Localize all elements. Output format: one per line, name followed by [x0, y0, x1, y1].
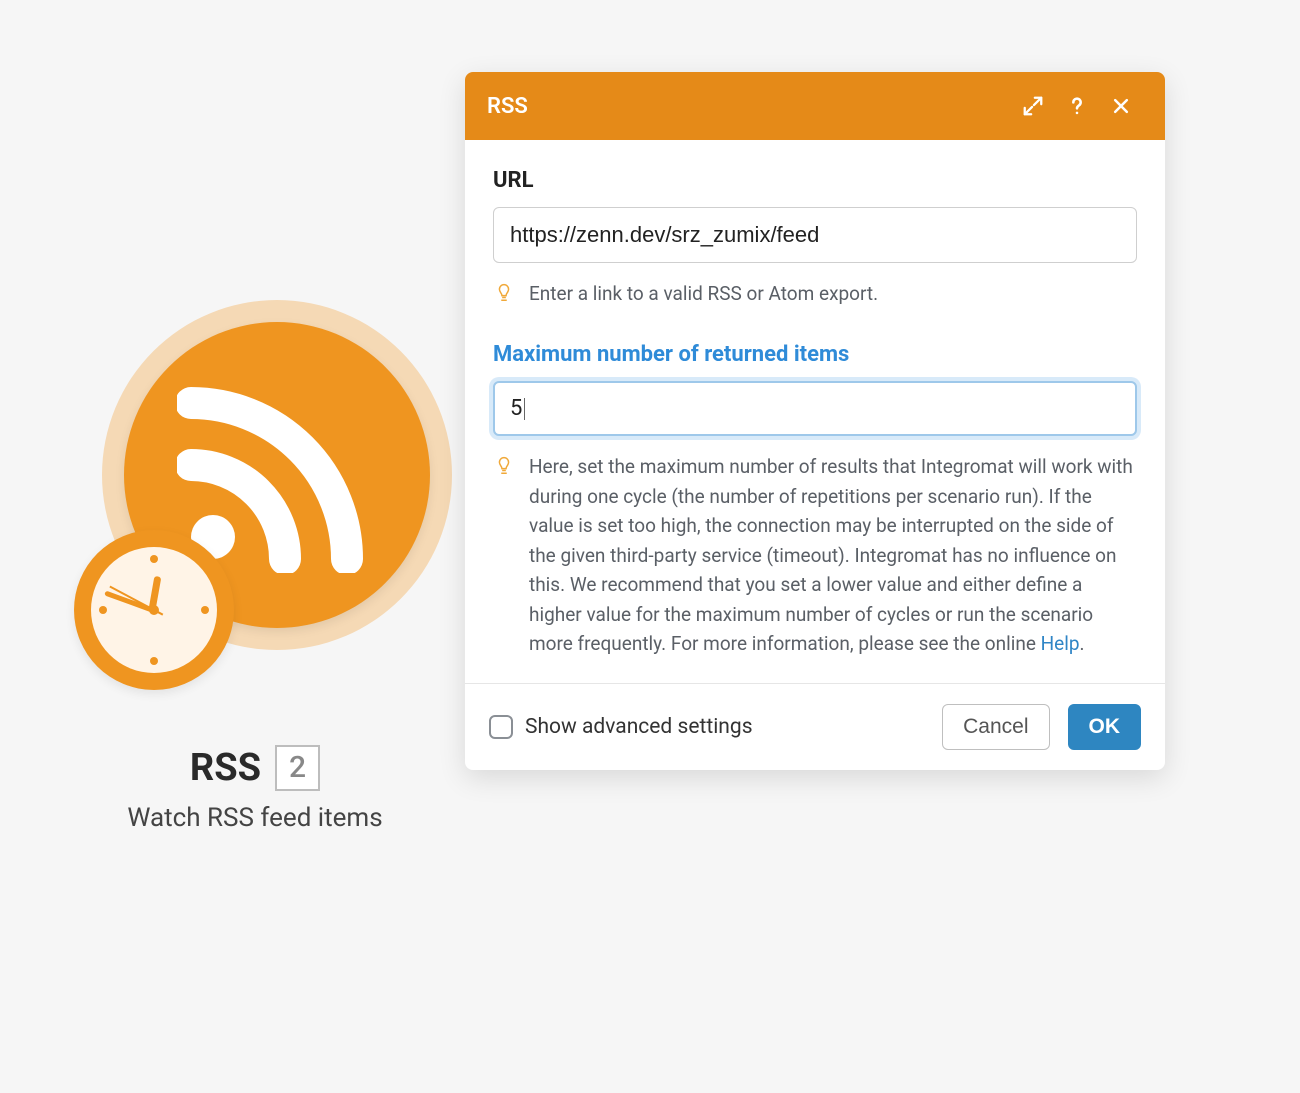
cancel-button[interactable]: Cancel — [942, 704, 1049, 750]
checkbox-icon — [489, 715, 513, 739]
max-items-value: 5 — [510, 398, 525, 420]
url-field-group: URL Enter a link to a valid RSS or Atom … — [493, 168, 1137, 308]
dialog-title: RSS — [487, 94, 528, 119]
node-subtitle: Watch RSS feed items — [50, 803, 460, 833]
node-instance-badge: 2 — [275, 745, 320, 791]
max-items-hint-prefix: Here, set the maximum number of results … — [529, 455, 1133, 655]
ok-button[interactable]: OK — [1068, 704, 1142, 750]
show-advanced-label: Show advanced settings — [525, 715, 753, 739]
help-link[interactable]: Help — [1041, 632, 1080, 655]
node-title: RSS — [190, 746, 261, 790]
dialog-header: RSS — [465, 72, 1165, 140]
rss-module-node[interactable]: RSS 2 Watch RSS feed items — [50, 280, 460, 833]
lightbulb-icon — [493, 281, 515, 303]
clock-icon — [74, 530, 234, 690]
url-input[interactable] — [493, 207, 1137, 263]
max-items-label: Maximum number of returned items — [493, 342, 1137, 367]
max-items-field-group: Maximum number of returned items 5 Here,… — [493, 342, 1137, 658]
close-icon[interactable] — [1099, 84, 1143, 128]
max-items-hint: Here, set the maximum number of results … — [529, 452, 1137, 658]
rss-config-dialog: RSS URL — [465, 72, 1165, 770]
expand-icon[interactable] — [1011, 84, 1055, 128]
url-hint: Enter a link to a valid RSS or Atom expo… — [529, 279, 1137, 308]
show-advanced-toggle[interactable]: Show advanced settings — [489, 715, 753, 739]
node-circle[interactable] — [50, 280, 430, 690]
help-icon[interactable] — [1055, 84, 1099, 128]
dialog-footer: Show advanced settings Cancel OK — [465, 683, 1165, 770]
lightbulb-icon — [493, 454, 515, 476]
url-label: URL — [493, 168, 1137, 193]
max-items-input[interactable]: 5 — [493, 381, 1137, 436]
max-items-hint-suffix: . — [1080, 632, 1085, 655]
rss-icon — [177, 373, 377, 577]
